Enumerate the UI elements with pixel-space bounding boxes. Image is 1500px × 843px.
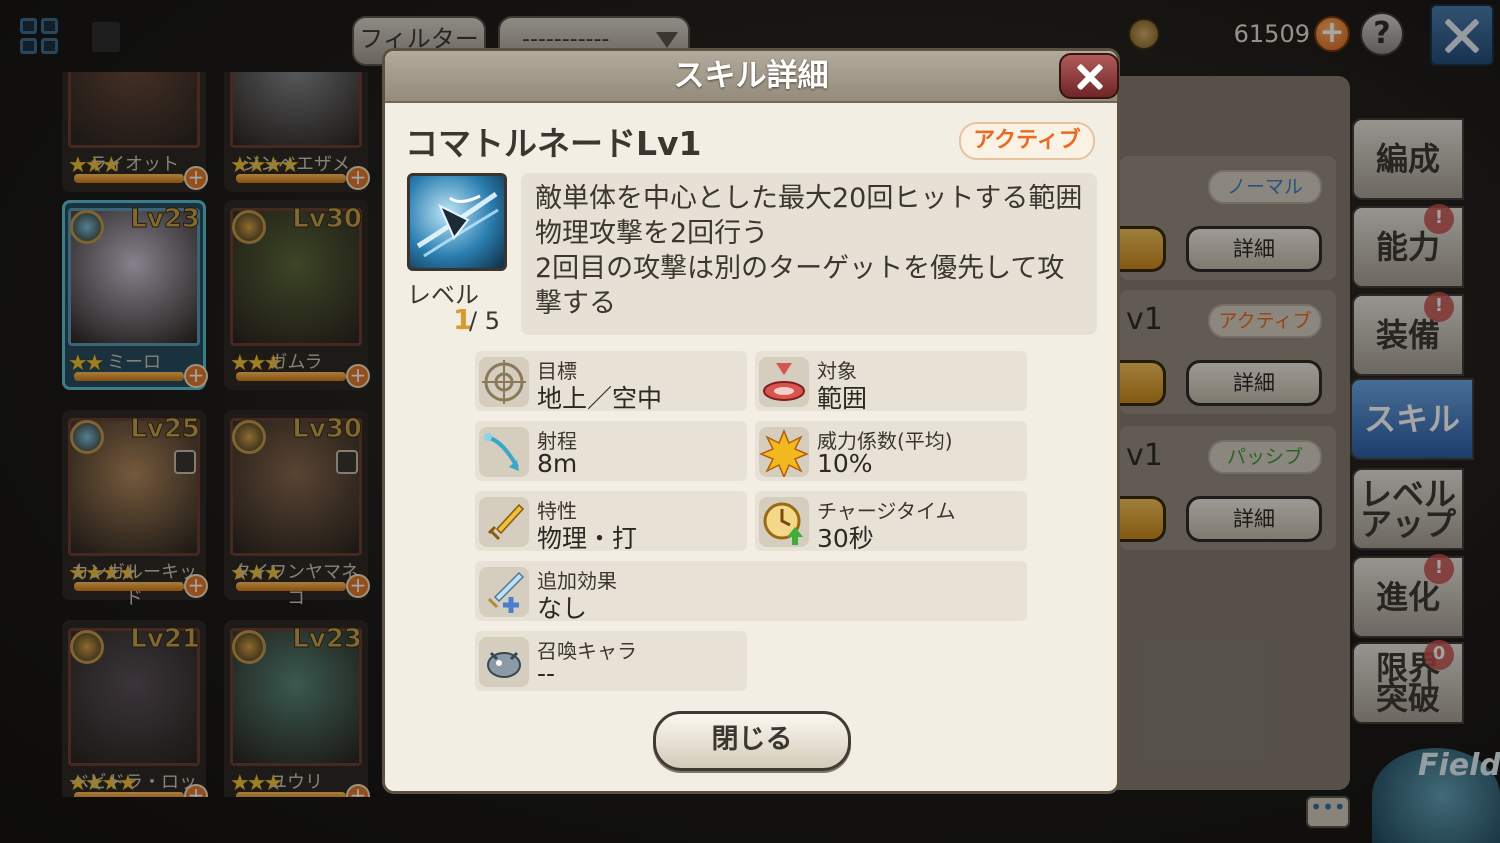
skill-stat: チャージタイム 30秒 bbox=[755, 491, 1027, 553]
clock-icon bbox=[759, 497, 809, 547]
sword-plus-icon bbox=[479, 567, 529, 617]
skill-stat-value: 物理・打 bbox=[537, 524, 638, 553]
skill-stat: 威力係数(平均) 10% bbox=[755, 421, 1027, 481]
skill-stat-value: 30秒 bbox=[817, 524, 874, 553]
area-icon bbox=[759, 357, 809, 407]
burst-icon bbox=[759, 427, 809, 479]
level-max: / 5 bbox=[469, 307, 500, 335]
range-arrow-icon bbox=[479, 427, 529, 477]
skill-stat: 特性 物理・打 bbox=[475, 491, 747, 553]
summon-icon bbox=[479, 637, 529, 687]
skill-name: コマトルネードLv1 bbox=[405, 124, 702, 163]
modal-header: スキル詳細 bbox=[385, 51, 1119, 103]
modal-close-button[interactable] bbox=[1059, 53, 1119, 99]
target-icon bbox=[479, 357, 529, 407]
skill-stat: 目標 地上／空中 bbox=[475, 351, 747, 413]
skill-stat: 追加効果 なし bbox=[475, 561, 1027, 623]
skill-stat-value: 地上／空中 bbox=[537, 384, 663, 413]
skill-stat-value: 範囲 bbox=[817, 384, 868, 413]
skill-stat: 射程 8m bbox=[475, 421, 747, 481]
close-button[interactable]: 閉じる bbox=[653, 711, 851, 771]
skill-description: 敵単体を中心とした最大20回ヒットする範囲物理攻撃を2回行う 2回目の攻撃は別の… bbox=[521, 173, 1097, 335]
skill-description-text: 敵単体を中心とした最大20回ヒットする範囲物理攻撃を2回行う 2回目の攻撃は別の… bbox=[535, 183, 1083, 319]
skill-detail-modal: スキル詳細 コマトルネードLv1 アクティブ レベル 1 / 5 敵単体を中心と… bbox=[382, 48, 1120, 794]
skill-type-badge: アクティブ bbox=[959, 122, 1095, 160]
skill-stat-value: 10% bbox=[817, 449, 873, 478]
skill-stat: 対象 範囲 bbox=[755, 351, 1027, 413]
skill-stat-value: なし bbox=[537, 594, 588, 623]
skill-stat: 召喚キャラ -- bbox=[475, 631, 747, 691]
skill-icon bbox=[407, 173, 507, 271]
skill-stat-value: 8m bbox=[537, 449, 578, 478]
skill-stat-value: -- bbox=[537, 659, 556, 688]
modal-title: スキル詳細 bbox=[673, 58, 829, 94]
sword-icon bbox=[479, 497, 529, 547]
